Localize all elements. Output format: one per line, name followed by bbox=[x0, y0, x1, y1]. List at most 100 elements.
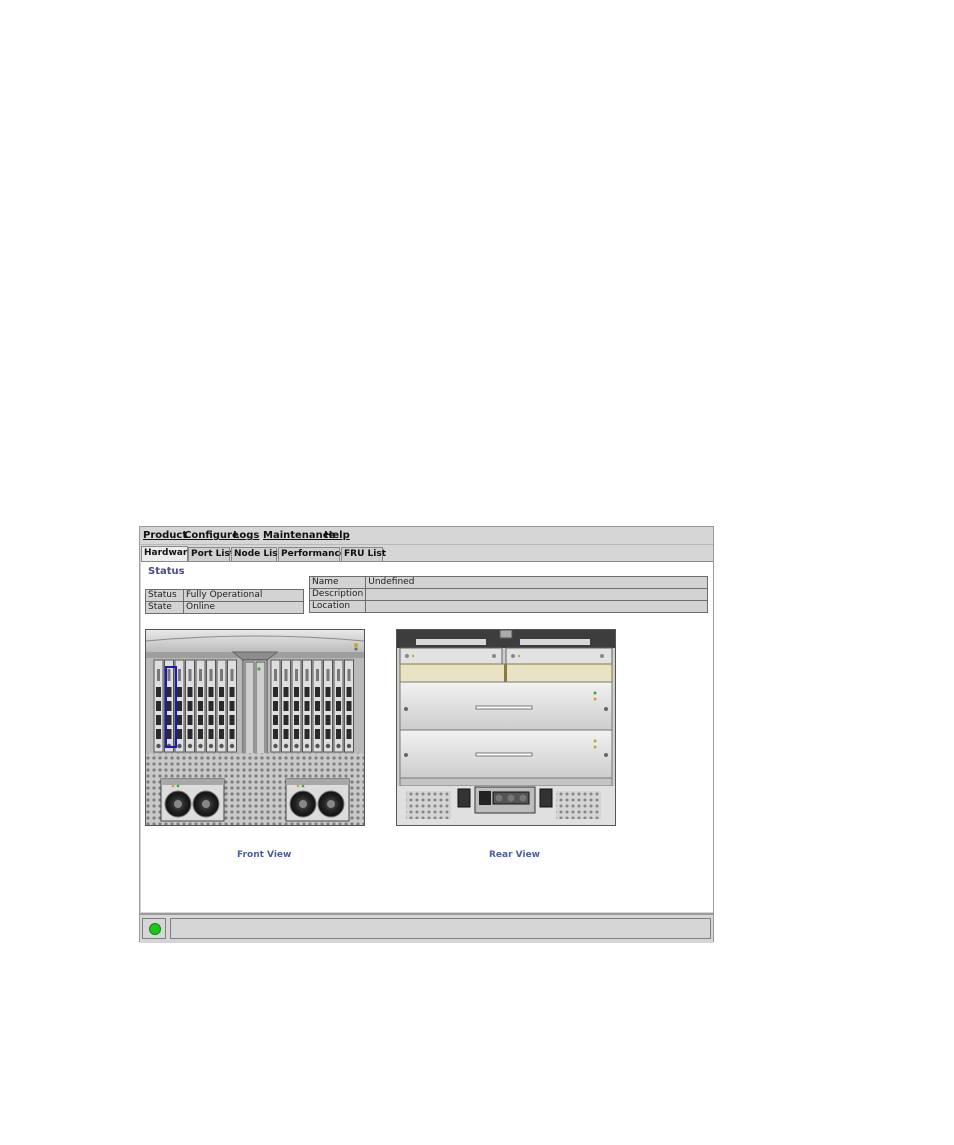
fibre-port[interactable] bbox=[336, 701, 341, 711]
card-screw bbox=[156, 743, 161, 749]
fibre-port[interactable] bbox=[304, 701, 310, 711]
fibre-port[interactable] bbox=[156, 687, 161, 697]
fibre-port[interactable] bbox=[336, 687, 341, 697]
power-supply-right[interactable] bbox=[285, 778, 350, 822]
table-row: State Online bbox=[145, 601, 304, 614]
fibre-port[interactable] bbox=[294, 701, 299, 711]
fibre-port[interactable] bbox=[219, 687, 224, 697]
menu-logs[interactable]: Logs bbox=[233, 530, 259, 541]
status-section-title: Status bbox=[148, 566, 185, 577]
tab-node-list[interactable]: Node List bbox=[231, 547, 282, 561]
fibre-port[interactable] bbox=[166, 701, 172, 711]
fibre-port[interactable] bbox=[283, 701, 289, 711]
fibre-port[interactable] bbox=[229, 687, 235, 697]
fibre-port[interactable] bbox=[304, 729, 310, 739]
fibre-port[interactable] bbox=[219, 729, 224, 739]
fibre-port[interactable] bbox=[166, 715, 172, 725]
card-screw bbox=[304, 743, 310, 749]
fibre-port[interactable] bbox=[229, 701, 235, 711]
card-screw bbox=[315, 743, 320, 749]
tab-port-list[interactable]: Port List bbox=[188, 547, 234, 561]
fibre-port[interactable] bbox=[198, 715, 203, 725]
fibre-port[interactable] bbox=[187, 687, 193, 697]
fibre-port[interactable] bbox=[283, 729, 289, 739]
name-label: Name bbox=[308, 576, 367, 589]
fibre-port[interactable] bbox=[229, 715, 235, 725]
card-led-strip bbox=[157, 669, 160, 681]
fibre-port[interactable] bbox=[304, 715, 310, 725]
fibre-port[interactable] bbox=[208, 701, 214, 711]
fibre-port[interactable] bbox=[177, 701, 182, 711]
card-led-strip bbox=[209, 669, 213, 681]
card-led-strip bbox=[167, 669, 171, 681]
fibre-port[interactable] bbox=[346, 701, 352, 711]
fibre-port[interactable] bbox=[219, 701, 224, 711]
front-view-label: Front View bbox=[237, 850, 292, 860]
fibre-port[interactable] bbox=[315, 715, 320, 725]
menu-configure[interactable]: Configure bbox=[184, 530, 239, 541]
fibre-port[interactable] bbox=[166, 687, 172, 697]
fibre-port[interactable] bbox=[156, 701, 161, 711]
fibre-port[interactable] bbox=[177, 715, 182, 725]
fibre-port[interactable] bbox=[315, 687, 320, 697]
fibre-port[interactable] bbox=[346, 729, 352, 739]
card-screw bbox=[283, 743, 289, 749]
fibre-port[interactable] bbox=[273, 687, 278, 697]
fibre-port[interactable] bbox=[208, 687, 214, 697]
power-supply-left[interactable] bbox=[160, 778, 225, 822]
fibre-port[interactable] bbox=[177, 687, 182, 697]
fibre-port[interactable] bbox=[315, 701, 320, 711]
card-screw bbox=[273, 743, 278, 749]
fibre-port[interactable] bbox=[325, 715, 331, 725]
fibre-port[interactable] bbox=[187, 715, 193, 725]
fibre-port[interactable] bbox=[273, 729, 278, 739]
card-screw bbox=[294, 743, 299, 749]
card-led-strip bbox=[316, 669, 319, 681]
tab-performance[interactable]: Performance bbox=[278, 547, 346, 561]
info-table: Name Undefined Description Location bbox=[308, 576, 708, 613]
fibre-port[interactable] bbox=[156, 729, 161, 739]
fibre-port[interactable] bbox=[283, 687, 289, 697]
fibre-port[interactable] bbox=[208, 715, 214, 725]
fibre-port[interactable] bbox=[346, 715, 352, 725]
fibre-port[interactable] bbox=[283, 715, 289, 725]
fibre-port[interactable] bbox=[325, 687, 331, 697]
fibre-port[interactable] bbox=[273, 701, 278, 711]
fibre-port[interactable] bbox=[325, 701, 331, 711]
fibre-port[interactable] bbox=[219, 715, 224, 725]
fibre-port[interactable] bbox=[294, 687, 299, 697]
fibre-port[interactable] bbox=[336, 715, 341, 725]
fibre-port[interactable] bbox=[294, 729, 299, 739]
table-row: Name Undefined bbox=[308, 576, 708, 589]
fibre-port[interactable] bbox=[304, 687, 310, 697]
fibre-port[interactable] bbox=[346, 687, 352, 697]
fibre-port[interactable] bbox=[198, 687, 203, 697]
fibre-port[interactable] bbox=[336, 729, 341, 739]
status-value: Fully Operational bbox=[183, 589, 304, 602]
menu-product[interactable]: Product bbox=[143, 530, 187, 541]
tab-fru-list[interactable]: FRU List bbox=[341, 547, 386, 561]
fibre-port[interactable] bbox=[273, 715, 278, 725]
fibre-port[interactable] bbox=[315, 729, 320, 739]
state-value: Online bbox=[183, 601, 304, 614]
fibre-port[interactable] bbox=[294, 715, 299, 725]
fibre-port[interactable] bbox=[166, 729, 172, 739]
table-row: Location bbox=[308, 600, 708, 613]
fibre-port[interactable] bbox=[156, 715, 161, 725]
menu-help[interactable]: Help bbox=[324, 530, 350, 541]
card-led-strip bbox=[230, 669, 234, 681]
card-screw bbox=[336, 743, 341, 749]
fibre-port[interactable] bbox=[208, 729, 214, 739]
fibre-port[interactable] bbox=[325, 729, 331, 739]
card-led-strip bbox=[337, 669, 340, 681]
fibre-port[interactable] bbox=[187, 701, 193, 711]
tab-hardware[interactable]: Hardware bbox=[141, 546, 193, 561]
fibre-port[interactable] bbox=[198, 729, 203, 739]
rear-view-image[interactable] bbox=[396, 629, 616, 826]
fibre-port[interactable] bbox=[187, 729, 193, 739]
menu-bar: Product Configure Logs Maintenance Help bbox=[140, 527, 713, 545]
front-view-image[interactable] bbox=[145, 629, 365, 826]
fibre-port[interactable] bbox=[198, 701, 203, 711]
fibre-port[interactable] bbox=[177, 729, 182, 739]
fibre-port[interactable] bbox=[229, 729, 235, 739]
